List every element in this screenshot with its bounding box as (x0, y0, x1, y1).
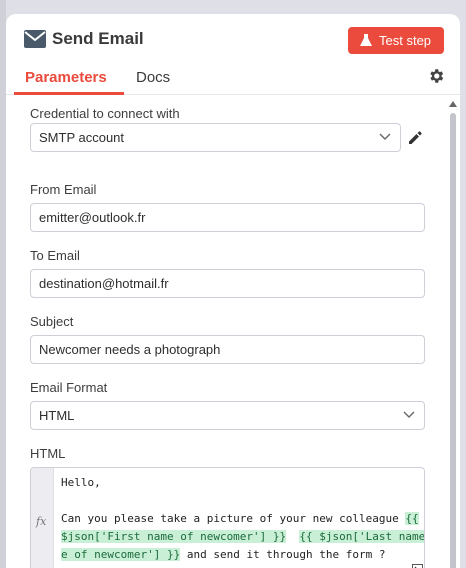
fx-icon: fx (36, 515, 47, 528)
from-email-input[interactable]: emitter@outlook.fr (30, 203, 425, 232)
credential-value: SMTP account (39, 130, 125, 145)
tab-docs[interactable]: Docs (136, 68, 170, 88)
html-code[interactable]: Hello, Can you please take a picture of … (61, 474, 424, 564)
expression-last-name: {{ $json['Last name (299, 530, 425, 543)
subject-input[interactable]: Newcomer needs a photograph (30, 335, 425, 364)
gear-icon[interactable] (427, 67, 445, 85)
envelope-icon (24, 30, 46, 48)
credential-select[interactable]: SMTP account (30, 123, 401, 152)
scroll-thumb[interactable] (450, 113, 456, 568)
subject-label: Subject (30, 314, 74, 329)
test-step-label: Test step (379, 33, 432, 48)
node-settings-panel: Send Email Test step Parameters Docs Cre… (6, 14, 460, 568)
expression-last-name-cont: e of newcomer'] }} (61, 548, 181, 561)
tab-parameters[interactable]: Parameters (25, 68, 107, 88)
to-email-input[interactable]: destination@hotmail.fr (30, 269, 425, 298)
panel-header: Send Email Test step (6, 14, 460, 64)
code-line-1: Hello, (61, 476, 101, 489)
resize-handle-icon[interactable] (412, 564, 423, 568)
flask-icon (360, 34, 372, 46)
code-gap (286, 530, 299, 543)
parameters-form: Credential to connect with SMTP account … (6, 96, 460, 568)
expression-gutter: fx (31, 468, 54, 568)
html-label: HTML (30, 446, 66, 461)
to-email-label: To Email (30, 248, 80, 263)
email-format-label: Email Format (30, 380, 108, 395)
chevron-down-icon (403, 411, 415, 418)
test-step-button[interactable]: Test step (348, 27, 444, 54)
scroll-up-arrow-icon[interactable] (449, 101, 457, 107)
code-line-5-text: and send it through the form ? (180, 548, 386, 561)
from-email-label: From Email (30, 182, 97, 197)
node-title: Send Email (52, 29, 144, 48)
email-format-select[interactable]: HTML (30, 401, 425, 430)
edit-credential-pencil-icon[interactable] (407, 130, 423, 146)
chevron-down-icon (379, 133, 391, 140)
email-format-value: HTML (39, 408, 75, 423)
tab-bar: Parameters Docs (6, 64, 460, 95)
expression-first-name: $json['First name of newcomer'] }} (61, 530, 287, 543)
active-tab-indicator (14, 92, 124, 95)
code-line-3-text: Can you please take a picture of your ne… (61, 512, 406, 525)
credential-label: Credential to connect with (30, 106, 180, 121)
panel-scrollbar[interactable] (448, 98, 458, 568)
html-expression-editor[interactable]: fx Hello, Can you please take a picture … (30, 467, 425, 568)
expression-open: {{ (405, 512, 419, 525)
